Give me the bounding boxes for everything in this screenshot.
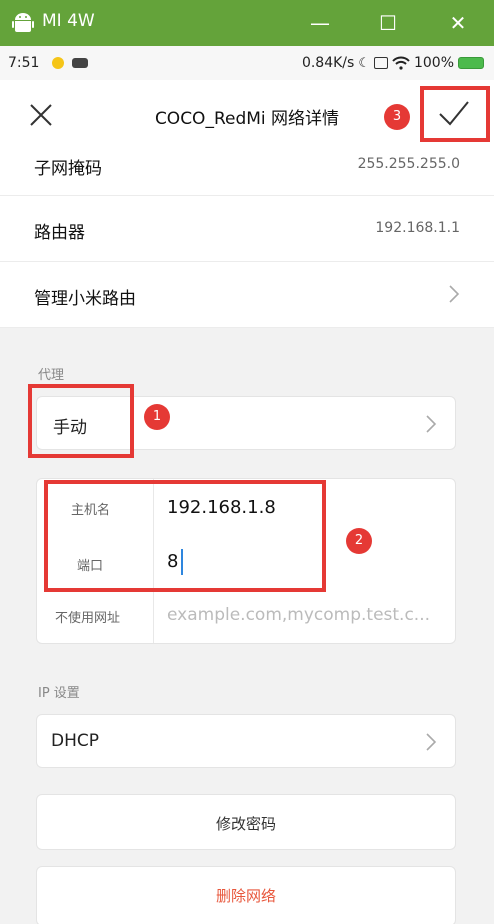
status-bar: 7:51 0.84K/s ☾ 100%: [0, 46, 494, 80]
highlight-box-3: [420, 86, 490, 142]
notification-icon: [52, 57, 64, 69]
close-window-button[interactable]: ✕: [440, 8, 476, 38]
subnet-label: 子网掩码: [34, 159, 102, 179]
minimize-button[interactable]: —: [302, 8, 338, 38]
ip-mode-select[interactable]: DHCP: [36, 714, 456, 768]
sim-icon: [373, 57, 388, 69]
bypass-input[interactable]: example.com,mycomp.test.c...: [167, 605, 430, 625]
status-right: 0.84K/s ☾ 100%: [302, 55, 484, 71]
badge-1: 1: [144, 404, 170, 430]
android-icon: [12, 13, 34, 32]
router-value: 192.168.1.1: [375, 220, 460, 236]
delete-network-button[interactable]: 删除网络: [36, 866, 456, 924]
ip-section-label: IP 设置: [38, 686, 80, 701]
ip-mode-value: DHCP: [51, 731, 99, 751]
battery-percent: 100%: [413, 55, 454, 71]
proxy-section-label: 代理: [38, 368, 65, 383]
maximize-button[interactable]: ☐: [370, 8, 406, 38]
delete-network-label: 删除网络: [215, 887, 276, 905]
chevron-right-icon: [449, 285, 460, 303]
moon-icon: ☾: [358, 55, 370, 71]
network-speed: 0.84K/s: [301, 55, 355, 71]
router-label: 路由器: [34, 223, 85, 243]
manage-router-label: 管理小米路由: [34, 289, 136, 309]
window-titlebar: MI 4W — ☐ ✕: [0, 0, 494, 46]
chevron-right-icon: [426, 415, 437, 433]
modify-password-label: 修改密码: [215, 815, 276, 833]
highlight-box-1: [28, 384, 134, 458]
subnet-value: 255.255.255.0: [357, 156, 460, 172]
status-time: 7:51: [8, 55, 40, 71]
bypass-label: 不使用网址: [55, 611, 121, 626]
game-icon: [72, 58, 88, 68]
badge-3: 3: [384, 104, 410, 130]
wifi-icon: [392, 56, 410, 70]
chevron-right-icon: [426, 733, 437, 751]
highlight-box-2: [44, 480, 326, 592]
battery-icon: [458, 57, 484, 69]
modify-password-button[interactable]: 修改密码: [36, 794, 456, 850]
window-title: MI 4W: [42, 11, 95, 31]
badge-2: 2: [346, 528, 372, 554]
router-row: 路由器 192.168.1.1: [0, 196, 494, 262]
subnet-row: 子网掩码 255.255.255.0: [0, 150, 494, 196]
manage-router-row[interactable]: 管理小米路由: [0, 262, 494, 328]
